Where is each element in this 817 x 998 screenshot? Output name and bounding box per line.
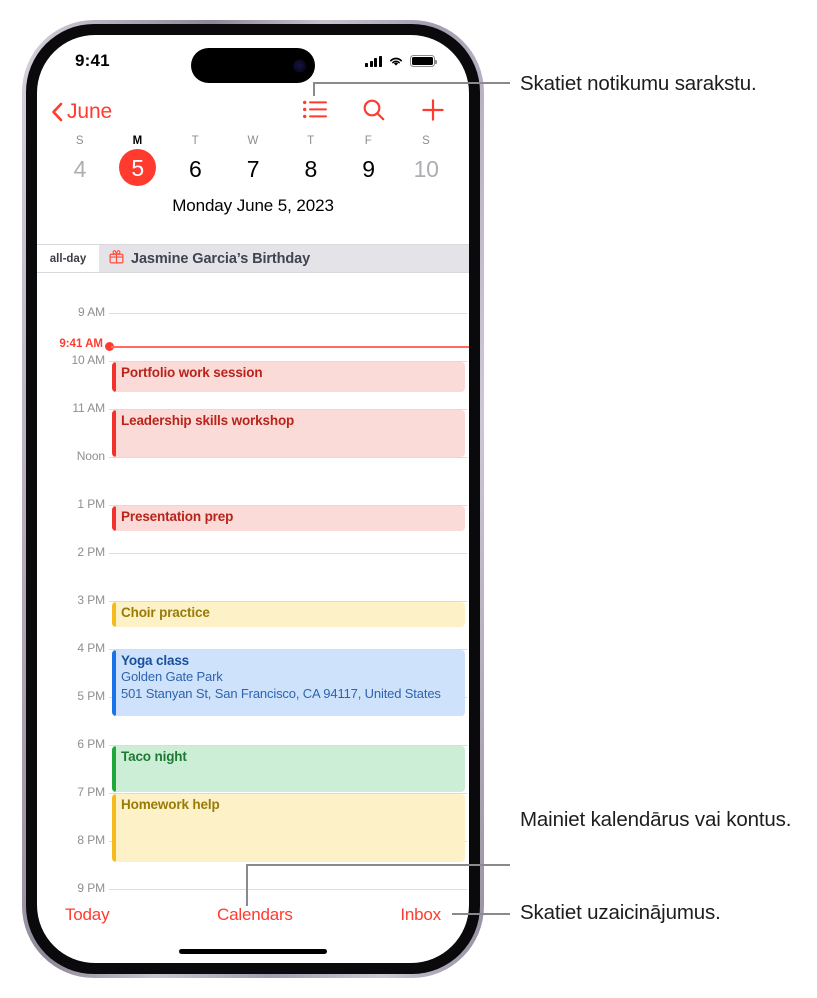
dow-label-4: T: [307, 135, 315, 147]
event-color-bar: [112, 362, 116, 392]
event-title: Presentation prep: [121, 509, 234, 524]
hour-label: 3 PM: [77, 593, 105, 607]
hour-label: 9 AM: [78, 305, 105, 319]
callout-inbox: Skatiet uzaicinājumus.: [520, 901, 721, 924]
event-title: Yoga class: [121, 653, 190, 668]
status-bar-indicators: [365, 54, 438, 68]
all-day-event[interactable]: Jasmine Garcia’s Birthday: [99, 245, 469, 272]
all-day-event-title: Jasmine Garcia’s Birthday: [131, 250, 311, 267]
home-indicator[interactable]: [179, 948, 327, 954]
dow-label-0: S: [75, 135, 84, 147]
event-title: Portfolio work session: [121, 365, 263, 380]
date-cell-7[interactable]: 7: [224, 156, 282, 186]
dow-label-2: T: [191, 135, 199, 147]
current-time-line: [111, 346, 469, 348]
plus-icon[interactable]: [421, 98, 445, 127]
front-camera-icon: [293, 59, 306, 72]
phone-frame: 9:41 June S M T W T F S 4 5 6 7 8 9 10 M…: [22, 20, 484, 978]
all-day-label: all-day: [49, 252, 87, 265]
status-bar-time: 9:41: [75, 51, 110, 70]
search-icon[interactable]: [362, 98, 386, 127]
callout-calendars: Mainiet kalendārus vai kontus.: [520, 808, 792, 831]
event-title: Taco night: [121, 749, 187, 764]
phone-screen: 9:41 June S M T W T F S 4 5 6 7 8 9 10 M…: [37, 35, 469, 963]
all-day-row: all-day Jasmine Garcia’s Birthday: [37, 244, 469, 273]
chevron-left-icon: [51, 102, 63, 122]
dow-label-1: M: [132, 135, 143, 147]
battery-icon: [410, 54, 438, 68]
hour-label: 6 PM: [77, 737, 105, 751]
wifi-icon: [388, 55, 404, 67]
event-portfolio-work-session[interactable]: Portfolio work session: [112, 362, 465, 392]
leader-line-list-view-horizontal: [313, 82, 510, 84]
event-color-bar: [112, 746, 116, 792]
callout-list-view: Skatiet notikumu sarakstu.: [520, 72, 757, 95]
bottom-toolbar: Today Calendars Inbox: [37, 905, 469, 925]
event-homework-help[interactable]: Homework help: [112, 794, 465, 862]
event-color-bar: [112, 794, 116, 862]
gift-icon: [109, 249, 124, 269]
hour-gridline: [109, 313, 467, 314]
event-color-bar: [112, 506, 116, 531]
dow-label-3: W: [247, 135, 259, 147]
selected-date-pill: 5: [119, 149, 157, 186]
event-color-bar: [112, 602, 116, 627]
hour-label: 8 PM: [77, 833, 105, 847]
hour-label: 11 AM: [72, 401, 105, 415]
signal-bars-icon: [365, 55, 382, 67]
leader-line-calendars-vertical: [246, 864, 248, 906]
event-choir-practice[interactable]: Choir practice: [112, 602, 465, 627]
hour-label: 7 PM: [77, 785, 105, 799]
event-yoga-class[interactable]: Yoga class Golden Gate Park 501 Stanyan …: [112, 650, 465, 716]
calendars-button[interactable]: Calendars: [217, 905, 293, 925]
hour-label: 1 PM: [77, 497, 105, 511]
date-cell-8[interactable]: 8: [282, 156, 340, 186]
event-presentation-prep[interactable]: Presentation prep: [112, 506, 465, 531]
hour-label: 10 AM: [71, 353, 105, 367]
date-cell-4[interactable]: 4: [51, 156, 109, 186]
phone-bezel: 9:41 June S M T W T F S 4 5 6 7 8 9 10 M…: [26, 24, 480, 974]
event-color-bar: [112, 410, 116, 457]
dow-label-6: S: [422, 135, 431, 147]
date-cell-6[interactable]: 6: [166, 156, 224, 186]
day-timeline[interactable]: 9 AM 10 AM 11 AM Noon 1 PM 2 PM 3 PM 4 P…: [37, 273, 469, 963]
date-cell-5[interactable]: 5: [109, 149, 167, 186]
back-button-label: June: [67, 100, 113, 123]
nav-actions: [303, 98, 445, 127]
date-number-row: 4 5 6 7 8 9 10: [37, 149, 469, 186]
hour-gridline: [109, 457, 467, 458]
leader-line-list-view-vertical: [313, 82, 315, 96]
hour-label: Noon: [76, 449, 105, 463]
today-button[interactable]: Today: [65, 905, 110, 925]
event-title: Choir practice: [121, 605, 210, 620]
hour-gridline: [109, 553, 467, 554]
leader-line-calendars-horizontal: [246, 864, 510, 866]
hour-label: 9 PM: [77, 881, 105, 895]
date-cell-10[interactable]: 10: [397, 156, 455, 186]
week-strip: S M T W T F S 4 5 6 7 8 9 10 Monday June…: [37, 135, 469, 216]
inbox-button[interactable]: Inbox: [400, 905, 441, 925]
day-of-week-row: S M T W T F S: [37, 135, 469, 147]
event-title: Homework help: [121, 797, 220, 812]
current-time-label: 9:41 AM: [59, 338, 103, 350]
back-button[interactable]: June: [51, 100, 112, 124]
dow-label-5: F: [364, 135, 373, 147]
date-cell-9[interactable]: 9: [340, 156, 398, 186]
selected-date-title: Monday June 5, 2023: [172, 196, 334, 215]
list-view-icon[interactable]: [303, 100, 327, 124]
event-color-bar: [112, 650, 116, 716]
hour-label: 5 PM: [77, 689, 105, 703]
leader-line-inbox: [452, 913, 510, 915]
event-taco-night[interactable]: Taco night: [112, 746, 465, 792]
hour-label: 2 PM: [77, 545, 105, 559]
event-title: Leadership skills workshop: [121, 413, 295, 428]
hour-label: 4 PM: [77, 641, 105, 655]
hour-gridline: [109, 889, 467, 890]
dynamic-island: [191, 48, 315, 83]
event-address: 501 Stanyan St, San Francisco, CA 94117,…: [121, 685, 441, 701]
event-leadership-skills-workshop[interactable]: Leadership skills workshop: [112, 410, 465, 457]
screenshot-root: 9:41 June S M T W T F S 4 5 6 7 8 9 10 M…: [0, 0, 817, 998]
event-location: Golden Gate Park: [121, 669, 223, 684]
navigation-bar: June: [37, 90, 469, 134]
